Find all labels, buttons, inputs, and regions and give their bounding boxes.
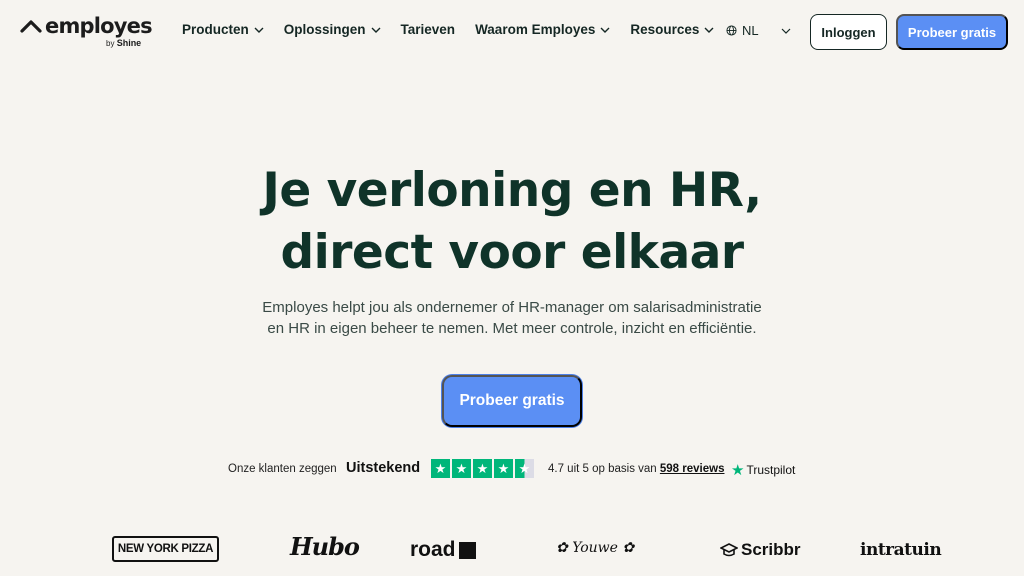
client-logos: NEW YORK PIZZA Hubo road ✿ Youwe ✿ Scrib…: [0, 530, 1024, 576]
client-logo-scribbr: Scribbr: [720, 540, 801, 560]
hero-subtitle-line2: en HR in eigen beheer te nemen. Met meer…: [267, 320, 757, 337]
road-mark-icon: [458, 541, 476, 559]
menu-item-resources[interactable]: Resources: [630, 22, 714, 37]
chevron-down-icon: [781, 28, 791, 34]
trustpilot-star-icon: ★: [731, 462, 745, 479]
trustpilot-widget: Onze klanten zeggen Uitstekend ★ ★ ★ ★ ★…: [0, 458, 1024, 480]
hero-title: Je verloning en HR, direct voor elkaar: [0, 160, 1024, 284]
client-name: road: [410, 538, 456, 561]
client-logo-road: road: [410, 538, 476, 562]
client-name: Youwe: [572, 540, 618, 556]
main-menu: Producten Oplossingen Tarieven Waarom Em…: [182, 22, 734, 37]
trust-score: 4.7 uit 5 op basis van 598 reviews: [548, 463, 724, 475]
trust-score-text: 4.7 uit 5 op basis van: [548, 463, 657, 475]
globe-icon: [726, 25, 737, 36]
client-logo-new-york-pizza: NEW YORK PIZZA: [112, 536, 219, 562]
menu-item-label: Waarom Employes: [475, 22, 596, 37]
chevron-down-icon: [254, 27, 264, 33]
trustpilot-logo[interactable]: ★ Trustpilot: [731, 461, 795, 479]
hero-subtitle-line1: Employes helpt jou als ondernemer of HR-…: [262, 299, 762, 316]
try-free-hero-button[interactable]: Probeer gratis: [442, 375, 582, 427]
trust-grade: Uitstekend: [346, 460, 421, 476]
menu-item-label: Resources: [630, 22, 700, 37]
star-icon: ★: [431, 459, 450, 478]
client-name: Scribbr: [741, 540, 801, 559]
employes-logo[interactable]: employes by Shine: [20, 14, 153, 50]
hero-title-line1: Je verloning en HR,: [262, 163, 762, 218]
star-icon: ★: [452, 459, 471, 478]
logo-subline: by Shine: [106, 38, 141, 48]
menu-item-label: Tarieven: [400, 22, 456, 37]
trustpilot-label: Trustpilot: [746, 463, 796, 477]
half-star-icon: ★: [515, 459, 534, 478]
star-icon: ★: [473, 459, 492, 478]
logo-by: by: [106, 39, 115, 48]
logo-parent: Shine: [116, 38, 142, 48]
menu-item-producten[interactable]: Producten: [182, 22, 264, 37]
menu-item-waarom-employes[interactable]: Waarom Employes: [475, 22, 610, 37]
top-navigation: employes by Shine Producten Oplossingen …: [0, 0, 1024, 64]
chevron-down-icon: [704, 27, 714, 33]
client-name: NEW YORK PIZZA: [117, 543, 214, 555]
client-name: Hubo: [290, 532, 360, 561]
client-name: intratuin: [860, 540, 942, 560]
menu-item-oplossingen[interactable]: Oplossingen: [284, 22, 381, 37]
star-icon: ★: [494, 459, 513, 478]
trust-lead-text: Onze klanten zeggen: [228, 463, 337, 475]
graduation-cap-icon: [720, 543, 738, 557]
logo-wordmark: employes: [45, 14, 153, 38]
menu-item-label: Producten: [182, 22, 249, 37]
language-label: NL: [742, 23, 759, 38]
try-free-nav-button[interactable]: Probeer gratis: [896, 14, 1008, 50]
hero-title-line2: direct voor elkaar: [280, 225, 744, 280]
login-button[interactable]: Inloggen: [810, 14, 887, 50]
chevron-down-icon: [600, 27, 610, 33]
hero-subtitle: Employes helpt jou als ondernemer of HR-…: [0, 297, 1024, 339]
client-logo-intratuin: intratuin: [860, 540, 942, 560]
chevron-down-icon: [371, 27, 381, 33]
trustpilot-stars: ★ ★ ★ ★ ★: [431, 459, 534, 478]
language-selector[interactable]: NL: [726, 23, 791, 38]
client-logo-hubo: Hubo: [290, 532, 360, 561]
client-logo-youwe: ✿ Youwe ✿: [556, 540, 635, 556]
logo-mark-icon: [20, 20, 42, 33]
menu-item-label: Oplossingen: [283, 22, 366, 37]
menu-item-tarieven[interactable]: Tarieven: [401, 22, 456, 37]
reviews-link[interactable]: 598 reviews: [660, 463, 725, 475]
